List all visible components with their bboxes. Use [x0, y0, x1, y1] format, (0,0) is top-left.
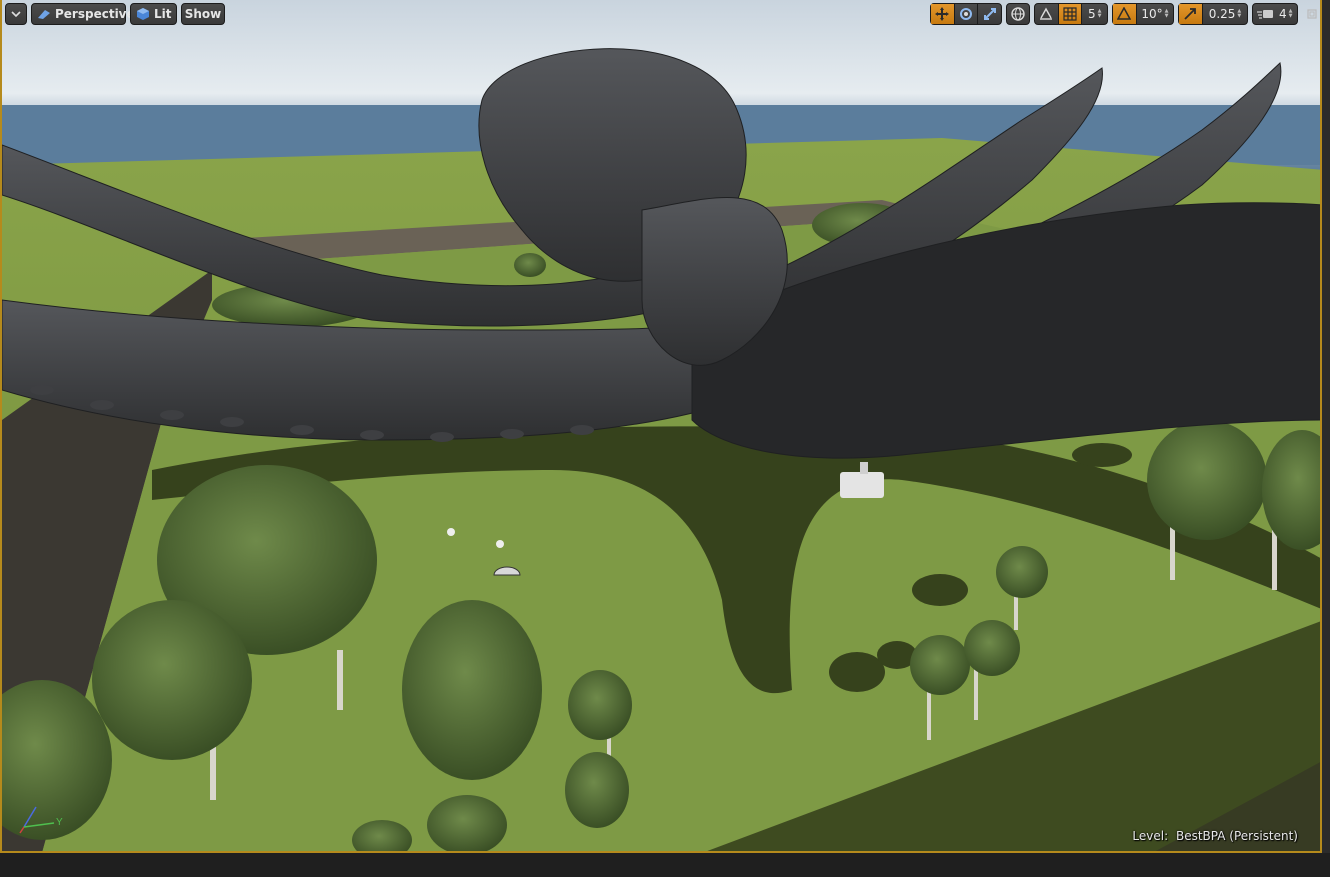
spin-arrows-icon: ▲ ▼ [1288, 8, 1293, 19]
rotate-mode-button[interactable] [953, 4, 978, 24]
scale-snap-icon [1184, 8, 1197, 20]
viewport-splitter[interactable] [1322, 0, 1330, 853]
scale-icon [983, 8, 996, 20]
lit-cube-icon [136, 7, 150, 21]
rotation-snap-group: 10° ▲ ▼ [1112, 3, 1174, 25]
maximize-viewport-button[interactable] [1306, 8, 1318, 20]
chevron-down-icon [11, 10, 21, 18]
level-prefix: Level: [1132, 829, 1169, 843]
show-label: Show [184, 7, 222, 21]
viewport-scene[interactable] [2, 0, 1322, 853]
surface-snap-button[interactable] [1035, 4, 1058, 24]
spin-arrows-icon: ▲ ▼ [1237, 8, 1242, 19]
rotation-snap-toggle[interactable] [1113, 4, 1136, 24]
bottom-panel-bar [0, 853, 1330, 877]
current-level-label: Level: BestBPA (Persistent) [1132, 829, 1298, 843]
x-axis-line [19, 826, 25, 834]
grid-snap-value: 5 [1087, 7, 1096, 21]
scale-snap-toggle[interactable] [1179, 4, 1202, 24]
spin-arrows-icon: ▲ ▼ [1164, 8, 1169, 19]
transform-mode-group [930, 3, 1002, 25]
perspective-button[interactable]: Perspective [31, 3, 135, 25]
level-viewport[interactable]: Perspective Lit Show 5 ▲ ▼ 10° ▲ ▼ 0.25 … [0, 0, 1322, 853]
rotate-icon [960, 8, 972, 20]
angle-icon [1117, 7, 1132, 20]
globe-icon [1011, 7, 1025, 21]
scale-snap-group: 0.25 ▲ ▼ [1178, 3, 1248, 25]
camera-speed-icon [1257, 10, 1273, 19]
grid-snap-toggle[interactable] [1057, 4, 1082, 24]
camera-perspective-icon [37, 8, 51, 20]
viewport-options-menu-button[interactable] [5, 3, 27, 25]
perspective-label: Perspective [55, 7, 135, 21]
y-axis-line [23, 822, 55, 828]
grid-snap-group: 5 ▲ ▼ [1034, 3, 1108, 25]
z-axis-line [23, 806, 37, 828]
maximize-icon [1307, 9, 1317, 19]
rotation-snap-value-dropdown[interactable]: 10° ▲ ▼ [1135, 4, 1173, 24]
level-name: BestBPA (Persistent) [1175, 829, 1298, 843]
axis-gizmo: Y [10, 797, 70, 837]
translate-icon [935, 7, 950, 21]
scale-snap-value-dropdown[interactable]: 0.25 ▲ ▼ [1201, 4, 1247, 24]
translate-mode-button[interactable] [931, 4, 954, 24]
camera-speed-value: 4 [1279, 7, 1287, 21]
world-local-toggle[interactable] [1006, 3, 1030, 25]
view-mode-label: Lit [154, 7, 172, 21]
scale-mode-button[interactable] [977, 4, 1001, 24]
surface-snap-icon [1040, 7, 1053, 20]
camera-speed-dropdown[interactable]: 4 ▲ ▼ [1252, 3, 1298, 25]
rotation-snap-value: 10° [1141, 7, 1163, 21]
scale-snap-value: 0.25 [1208, 7, 1236, 21]
grid-snap-value-dropdown[interactable]: 5 ▲ ▼ [1081, 4, 1107, 24]
y-axis-label: Y [56, 817, 63, 828]
show-button[interactable]: Show [181, 3, 225, 25]
view-mode-button[interactable]: Lit [130, 3, 177, 25]
grid-icon [1063, 7, 1077, 21]
spin-arrows-icon: ▲ ▼ [1097, 8, 1102, 19]
